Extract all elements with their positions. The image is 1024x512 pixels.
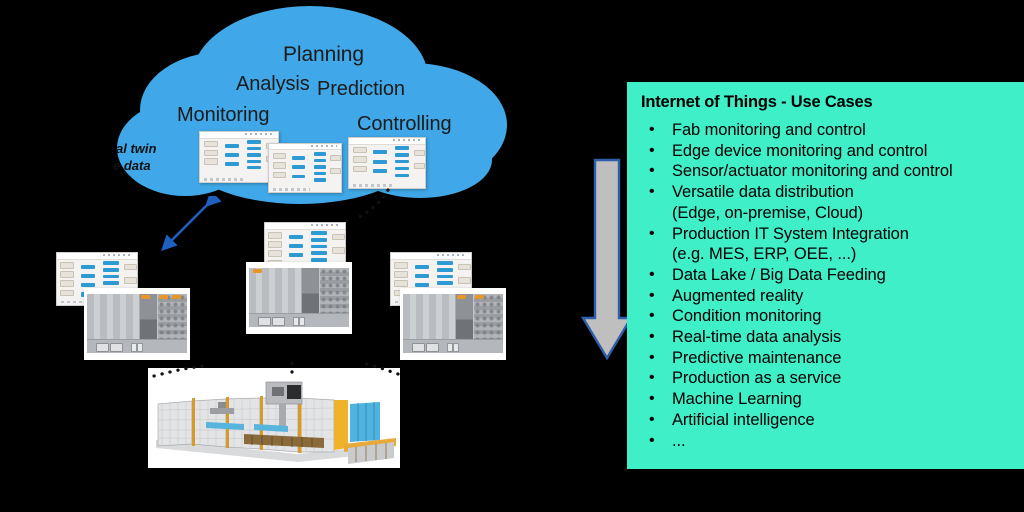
bullet-icon: • [649, 265, 655, 283]
rack-clip [474, 294, 484, 300]
slide-canvas: Planning Analysis Prediction Monitoring … [0, 0, 1024, 512]
rack-terminal-dots [473, 293, 503, 340]
rack-base [249, 313, 349, 327]
usecase-list-item: • Predictive maintenance [637, 348, 1018, 369]
bullet-icon: • [649, 224, 655, 242]
digital-twin-note: al twin [116, 141, 157, 156]
rack-body [87, 293, 187, 353]
usecase-list-item: • Edge device monitoring and control [637, 141, 1018, 162]
rack-io-modules [87, 293, 140, 340]
edge-controller-center [246, 262, 352, 334]
bullet-icon: • [649, 286, 655, 304]
cloud-label-analysis: Analysis [236, 73, 310, 95]
rack-port [272, 317, 286, 326]
bullet-icon: • [649, 183, 655, 201]
rack-body [249, 267, 349, 327]
usecase-item-label: Augmented reality [672, 286, 804, 305]
usecase-item-label: Versatile data distribution [672, 183, 854, 202]
uplink-arrow [161, 196, 222, 251]
cloud-label-planning: Planning [283, 43, 364, 66]
usecase-list-item: • Sensor/actuator monitoring and control [637, 161, 1018, 182]
card-title-dots [437, 254, 467, 256]
rack-led [453, 343, 459, 352]
rack-terminal-block [319, 267, 349, 314]
bullet-icon: • [649, 369, 655, 387]
usecase-item-label: Sensor/actuator monitoring and control [672, 162, 953, 181]
dotted-connectors-machine [152, 360, 400, 378]
rack-clip [158, 294, 168, 300]
usecase-list-item: • Augmented reality [637, 286, 1018, 307]
bullet-icon: • [649, 121, 655, 138]
rack-led [299, 317, 305, 326]
usecase-item-label: Fab monitoring and control [672, 121, 866, 139]
usecase-list-item: • Real-time data analysis [637, 327, 1018, 348]
usecase-item-label: Condition monitoring [672, 307, 822, 326]
card-title-dots [393, 139, 421, 141]
rack-body [403, 293, 503, 353]
usecase-item-label: Real-time data analysis [672, 328, 842, 347]
usecase-item-label: Data Lake / Big Data Feeding [672, 265, 886, 284]
usecase-list-item: • Machine Learning [637, 389, 1018, 410]
usecase-list-item: • Artificial intelligence [637, 410, 1018, 431]
rack-cpu-module [455, 293, 473, 340]
rack-clip [171, 294, 181, 300]
rack-port [110, 343, 124, 352]
cloud-label-controlling: Controlling [357, 113, 452, 135]
rack-terminal-block [473, 293, 503, 340]
usecase-item-label: Machine Learning [672, 390, 802, 409]
rack-io-modules [403, 293, 456, 340]
rack-clip [253, 268, 263, 274]
rack-cpu-module [139, 293, 157, 340]
rack-cpu-module [301, 267, 319, 314]
usecase-list: • Fab monitoring and control • Edge device … [637, 120, 1018, 451]
card-title-dots [311, 224, 341, 226]
usecase-list-item: •... [637, 431, 1018, 452]
bullet-icon: • [649, 348, 655, 366]
usecase-panel: Internet of Things - Use Cases • Fab moni… [627, 82, 1024, 469]
rack-terminal-dots [319, 267, 349, 314]
bullet-icon: • [649, 328, 655, 346]
usecase-item-label: Production as a service [672, 369, 842, 388]
card-title-dots [103, 254, 133, 256]
usecase-list-item: • Condition monitoring [637, 306, 1018, 327]
rack-clip [140, 294, 150, 300]
usecase-item-continuation: (e.g. MES, ERP, OEE, ...) [672, 245, 857, 264]
usecase-panel-title: Internet of Things - Use Cases [641, 93, 873, 111]
usecase-item-label: Production IT System Integration [672, 224, 909, 243]
bullet-icon: • [649, 141, 655, 159]
usecase-item-label: Edge device monitoring and control [672, 141, 928, 160]
rack-port [258, 317, 272, 326]
usecase-list-item: • Data Lake / Big Data Feeding [637, 265, 1018, 286]
cloud-label-prediction: Prediction [317, 78, 405, 100]
usecase-list-item: • Production IT System Integration (e.g. M… [637, 224, 1018, 265]
rack-clip [456, 294, 466, 300]
cloud-label-monitoring: Monitoring [177, 104, 270, 126]
bullet-icon: • [649, 431, 655, 449]
usecase-item-label: Predictive maintenance [672, 348, 842, 367]
bullet-icon: • [649, 410, 655, 428]
bullet-icon: • [649, 307, 655, 325]
rack-terminal-block [157, 293, 187, 340]
card-title-dots [310, 145, 337, 147]
rack-terminal-dots [157, 293, 187, 340]
usecase-list-item: • Production as a service [637, 368, 1018, 389]
usecase-item-label: ... [672, 431, 686, 450]
rack-port [96, 343, 110, 352]
usecase-list-item: • Versatile data distribution (Edge, on-pr… [637, 182, 1018, 223]
card-title-dots [245, 133, 274, 135]
rack-io-modules [249, 267, 302, 314]
bullet-icon: • [649, 162, 655, 180]
usecase-item-label: Artificial intelligence [672, 410, 815, 429]
bullet-icon: • [649, 390, 655, 408]
usecase-item-continuation: (Edge, on-premise, Cloud) [672, 203, 864, 222]
usecase-list-item: • Fab monitoring and control [637, 120, 1018, 141]
